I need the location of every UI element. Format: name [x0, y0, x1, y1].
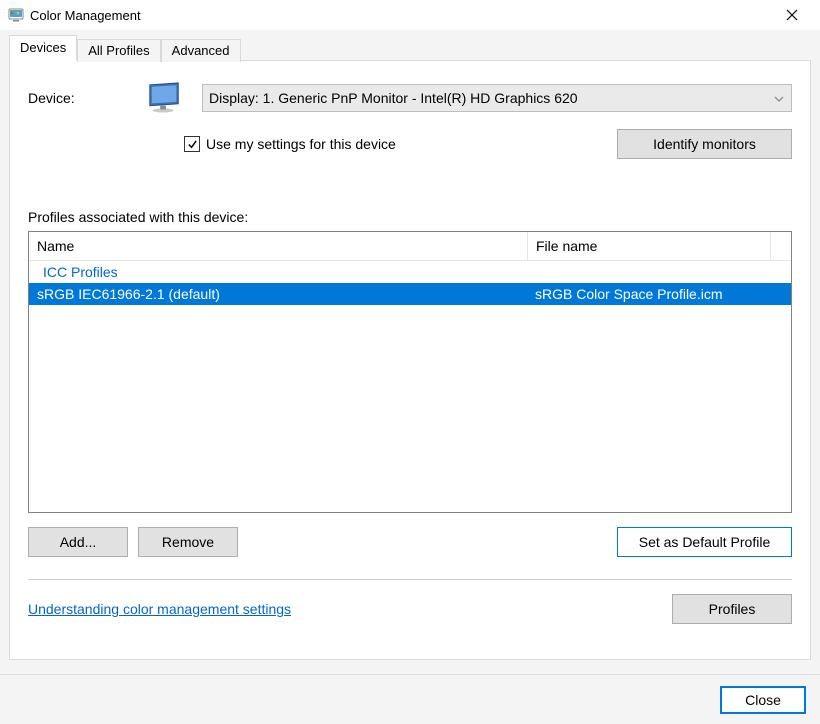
device-row: Device: Display: 1. Generic PnP Monitor … [28, 81, 792, 115]
help-link[interactable]: Understanding color management settings [28, 601, 291, 617]
profiles-button[interactable]: Profiles [672, 594, 792, 624]
profiles-listview: Name File name ICC Profiles sRGB IEC6196… [28, 231, 792, 513]
tab-devices[interactable]: Devices [9, 35, 77, 61]
identify-monitors-button[interactable]: Identify monitors [617, 129, 792, 159]
tab-advanced[interactable]: Advanced [161, 39, 241, 62]
window-title: Color Management [30, 8, 141, 23]
tab-body-devices: Device: Display: 1. Generic PnP Monitor … [9, 60, 811, 660]
close-window-button[interactable] [772, 1, 812, 29]
close-button[interactable]: Close [720, 686, 806, 714]
column-header-name[interactable]: Name [29, 232, 528, 260]
tab-all-profiles[interactable]: All Profiles [77, 39, 160, 62]
device-label: Device: [28, 90, 128, 106]
profiles-section-label: Profiles associated with this device: [28, 209, 792, 225]
profiles-header: Name File name [29, 232, 791, 261]
profile-file: sRGB Color Space Profile.icm [527, 286, 791, 302]
add-button[interactable]: Add... [28, 527, 128, 557]
remove-button[interactable]: Remove [138, 527, 238, 557]
use-my-settings-label: Use my settings for this device [206, 136, 396, 152]
dialog-footer: Close [0, 674, 820, 724]
divider [28, 579, 792, 580]
column-header-file[interactable]: File name [528, 232, 771, 260]
device-select-value: Display: 1. Generic PnP Monitor - Intel(… [209, 90, 578, 106]
profile-name: sRGB IEC61966-2.1 (default) [29, 286, 527, 302]
client-area: Devices All Profiles Advanced Device: Di… [0, 30, 820, 724]
profile-row[interactable]: sRGB IEC61966-2.1 (default) sRGB Color S… [29, 283, 791, 305]
tab-strip: Devices All Profiles Advanced [0, 30, 820, 60]
profiles-group-label: ICC Profiles [29, 261, 791, 283]
chevron-down-icon [773, 92, 785, 104]
profiles-body: ICC Profiles sRGB IEC61966-2.1 (default)… [29, 261, 791, 512]
titlebar: Color Management [0, 0, 820, 30]
use-my-settings-checkbox[interactable] [184, 136, 200, 152]
device-select[interactable]: Display: 1. Generic PnP Monitor - Intel(… [202, 84, 792, 112]
set-default-profile-button[interactable]: Set as Default Profile [617, 527, 792, 557]
monitor-icon [146, 81, 184, 115]
app-icon [8, 7, 24, 23]
